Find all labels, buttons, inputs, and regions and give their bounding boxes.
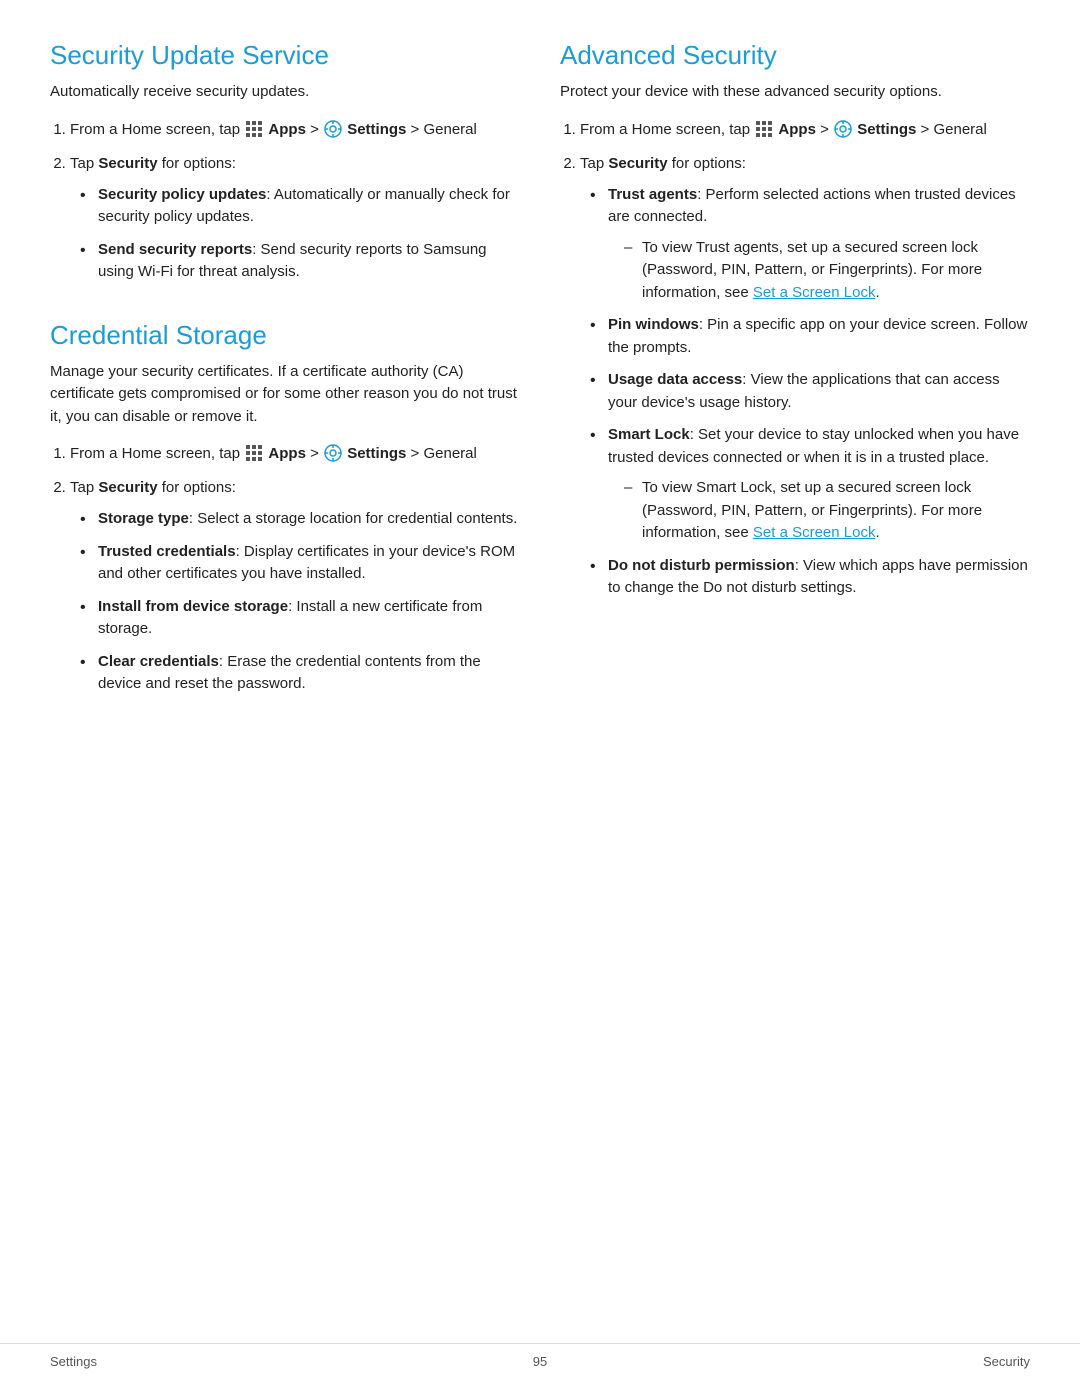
bullet-install-from-storage: Install from device storage: Install a n… [80,596,520,641]
section-intro-credential-storage: Manage your security certificates. If a … [50,361,520,429]
step1-credential-storage: From a Home screen, tap [70,442,520,466]
section-intro-advanced-security: Protect your device with these advanced … [560,81,1030,104]
right-column: Advanced Security Protect your device wi… [560,40,1030,710]
page-footer: Settings 95 Security [0,1343,1080,1369]
apps-label: Apps [268,121,306,138]
security-update-bullets: Security policy updates: Automatically o… [80,184,520,284]
step1-end: > General [411,121,477,138]
advanced-security-bullets: Trust agents: Perform selected actions w… [590,184,1030,600]
advanced-security-steps: From a Home screen, tap Apps [580,118,1030,600]
step1-advanced-security: From a Home screen, tap Apps [580,118,1030,142]
section-title-advanced-security: Advanced Security [560,40,1030,71]
step1-security-update: From a Home screen, tap Apps [70,118,520,142]
credential-storage-steps: From a Home screen, tap [70,442,520,696]
footer-left: Settings [50,1354,97,1369]
bullet-do-not-disturb: Do not disturb permission: View which ap… [590,555,1030,600]
step1-text: From a Home screen, tap [70,121,240,138]
bullet-security-policy-updates: Security policy updates: Automatically o… [80,184,520,229]
page-content: Security Update Service Automatically re… [0,0,1080,790]
credential-storage-section: Credential Storage Manage your security … [50,320,520,696]
credential-storage-bullets: Storage type: Select a storage location … [80,508,520,696]
bullet-storage-type: Storage type: Select a storage location … [80,508,520,531]
smart-lock-sub: To view Smart Lock, set up a secured scr… [624,477,1030,545]
trust-agents-sub: To view Trust agents, set up a secured s… [624,237,1030,305]
bullet-trust-agents: Trust agents: Perform selected actions w… [590,184,1030,305]
bullet-pin-windows: Pin windows: Pin a specific app on your … [590,314,1030,359]
bullet-trusted-credentials: Trusted credentials: Display certificate… [80,541,520,586]
bullet-smart-lock: Smart Lock: Set your device to stay unlo… [590,424,1030,545]
left-column: Security Update Service Automatically re… [50,40,520,710]
sub-trust-agents: To view Trust agents, set up a secured s… [624,237,1030,305]
footer-center: 95 [533,1354,547,1369]
set-screen-lock-link-1[interactable]: Set a Screen Lock [753,284,876,301]
settings-icon-3 [834,120,852,138]
settings-icon [324,120,342,138]
step2-security-update: Tap Security for options: Security polic… [70,152,520,284]
step2-advanced-security: Tap Security for options: Trust agents: … [580,152,1030,600]
footer-right: Security [983,1354,1030,1369]
settings-icon-2 [324,444,342,462]
sub-smart-lock: To view Smart Lock, set up a secured scr… [624,477,1030,545]
apps-icon-3 [755,120,773,138]
bullet-clear-credentials: Clear credentials: Erase the credential … [80,651,520,696]
set-screen-lock-link-2[interactable]: Set a Screen Lock [753,524,876,541]
step2-credential-storage: Tap Security for options: Storage type: … [70,476,520,696]
apps-icon-2 [245,444,263,462]
bullet-usage-data-access: Usage data access: View the applications… [590,369,1030,414]
section-title-credential-storage: Credential Storage [50,320,520,351]
section-title-security-update: Security Update Service [50,40,520,71]
apps-icon [245,120,263,138]
bullet-send-security-reports: Send security reports: Send security rep… [80,239,520,284]
security-update-steps: From a Home screen, tap Apps [70,118,520,284]
settings-label: Settings [347,121,406,138]
section-intro-security-update: Automatically receive security updates. [50,81,520,104]
